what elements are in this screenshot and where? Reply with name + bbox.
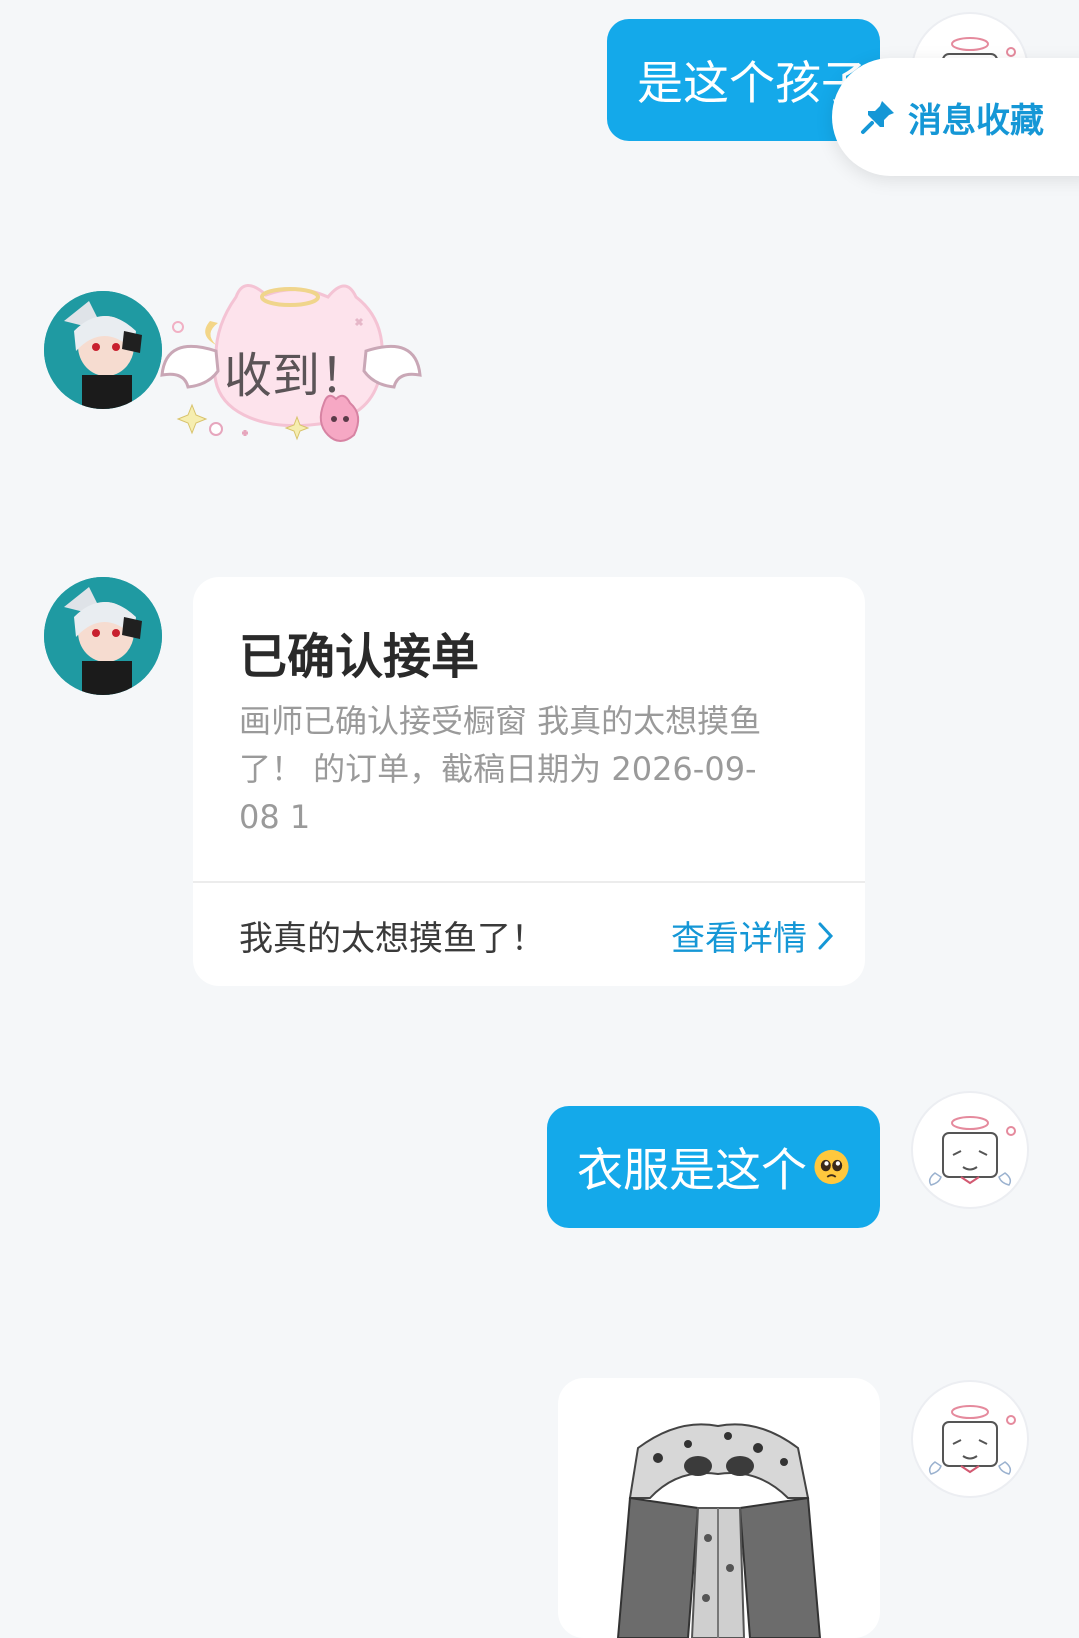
card-description: 画师已确认接受橱窗 我真的太想摸鱼了！ 的订单，截稿日期为 2026-09-08… <box>239 702 762 836</box>
order-confirmation-card[interactable]: 已确认接单 画师已确认接受橱窗 我真的太想摸鱼了！ 的订单，截稿日期为 2026… <box>193 577 865 986</box>
cat-avatar-icon <box>928 1405 1016 1475</box>
avatar-self[interactable] <box>911 1380 1029 1498</box>
avatar-other[interactable] <box>44 577 162 695</box>
jacket-image-icon <box>616 1423 822 1638</box>
avatar-self[interactable] <box>911 1091 1029 1209</box>
shop-name: 我真的太想摸鱼了！ <box>239 919 545 959</box>
cat-avatar-icon <box>928 1116 1016 1186</box>
pin-icon <box>861 101 894 134</box>
card-divider <box>193 881 865 883</box>
character-avatar-icon <box>44 291 162 409</box>
sticker-caption: 收到！ <box>224 348 369 404</box>
chevron-right-icon <box>818 922 834 949</box>
pleading-face-icon <box>814 1149 849 1185</box>
message-text: 衣服是这个 <box>577 1143 807 1197</box>
character-avatar-icon <box>44 577 162 695</box>
avatar-other[interactable] <box>44 291 162 409</box>
view-details-link[interactable]: 查看详情 <box>671 911 837 960</box>
message-favorite-label: 消息收藏 <box>908 100 1044 141</box>
view-details-label: 查看详情 <box>671 919 807 959</box>
outgoing-message-bubble[interactable]: 衣服是这个 <box>547 1106 880 1228</box>
card-title: 已确认接单 <box>239 629 480 685</box>
message-favorite-popup[interactable]: 消息收藏 <box>832 58 1079 176</box>
image-message[interactable] <box>558 1378 880 1638</box>
